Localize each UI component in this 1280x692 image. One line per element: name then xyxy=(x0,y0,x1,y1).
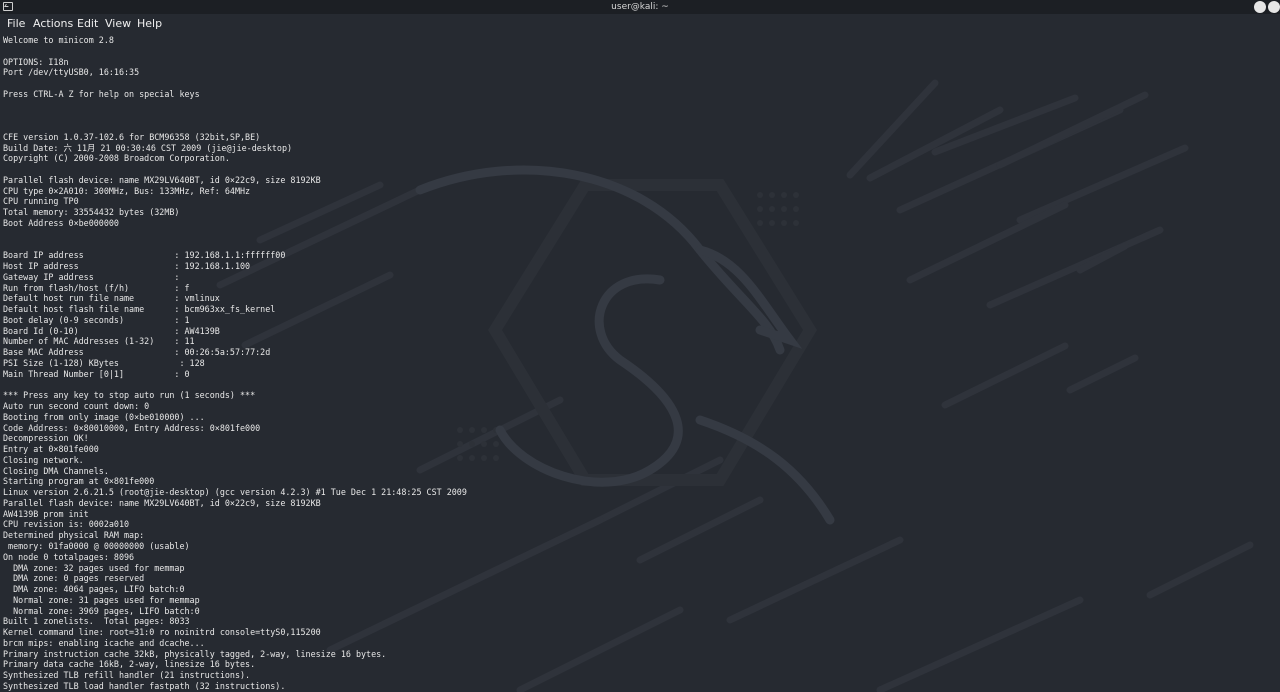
terminal-line: Gateway IP address : xyxy=(3,271,180,282)
terminal-line: Main Thread Number [0|1] : 0 xyxy=(3,368,190,379)
terminal-window: user@kali: ~ File Actions Edit View Help… xyxy=(0,0,1280,692)
terminal-line: Host IP address : 192.168.1.100 xyxy=(3,261,251,272)
terminal-line: Determined physical RAM map: xyxy=(3,530,145,541)
terminal-line: Total memory: 33554432 bytes (32MB) xyxy=(3,207,180,218)
terminal-line: Board Id (0-10) : AW4139B xyxy=(3,325,220,336)
terminal-line: PSI Size (1-128) KBytes : 128 xyxy=(3,357,205,368)
terminal-line: Normal zone: 31 pages used for memmap xyxy=(3,594,200,605)
terminal-line: Decompression OK! xyxy=(3,433,89,444)
title-bar: user@kali: ~ xyxy=(0,0,1280,14)
terminal-line: Base MAC Address : 00:26:5a:57:77:2d xyxy=(3,347,271,358)
terminal-line: On node 0 totalpages: 8096 xyxy=(3,551,135,562)
terminal-line: Synthesized TLB load handler fastpath (3… xyxy=(3,680,286,691)
terminal-line: memory: 01fa0000 @ 00000000 (usable) xyxy=(3,540,190,551)
terminal-line: Primary data cache 16kB, 2-way, linesize… xyxy=(3,659,256,670)
terminal-line: Booting from only image (0×be010000) ... xyxy=(3,411,205,422)
terminal-line: CFE version 1.0.37-102.6 for BCM96358 (3… xyxy=(3,131,261,142)
terminal-line: DMA zone: 32 pages used for memmap xyxy=(3,562,185,573)
terminal-line: Port /dev/ttyUSB0, 16:16:35 xyxy=(3,67,140,78)
terminal-line: Boot Address 0×be000000 xyxy=(3,218,119,229)
terminal-line: Copyright (C) 2000-2008 Broadcom Corpora… xyxy=(3,153,230,164)
terminal-line: DMA zone: 4064 pages, LIFO batch:0 xyxy=(3,584,185,595)
terminal-line: Linux version 2.6.21.5 (root@jie-desktop… xyxy=(3,487,467,498)
terminal-line: Parallel flash device: name MX29LV640BT,… xyxy=(3,174,321,185)
terminal-line: Primary instruction cache 32kB, physical… xyxy=(3,648,387,659)
terminal-line: Auto run second count down: 0 xyxy=(3,401,150,412)
terminal-line: Boot delay (0-9 seconds) : 1 xyxy=(3,314,190,325)
terminal-line: Synthesized TLB refill handler (21 instr… xyxy=(3,670,251,681)
terminal-line: Code Address: 0×80010000, Entry Address:… xyxy=(3,422,261,433)
terminal-line: CPU revision is: 0002a010 xyxy=(3,519,130,530)
menu-actions[interactable]: Actions xyxy=(33,14,73,34)
terminal-line: Run from flash/host (f/h) : f xyxy=(3,282,190,293)
terminal-line: Press CTRL-A Z for help on special keys xyxy=(3,88,200,99)
terminal-line: Normal zone: 3969 pages, LIFO batch:0 xyxy=(3,605,200,616)
menu-edit[interactable]: Edit xyxy=(77,14,98,34)
terminal-line: DMA zone: 0 pages reserved xyxy=(3,573,145,584)
terminal-line: Default host flash file name : bcm963xx_… xyxy=(3,304,276,315)
window-title: user@kali: ~ xyxy=(611,2,669,12)
menu-help[interactable]: Help xyxy=(137,14,162,34)
terminal-line: OPTIONS: I18n xyxy=(3,56,69,67)
terminal-output[interactable]: Welcome to minicom 2.8 OPTIONS: I18n Port … xyxy=(3,35,1273,692)
menu-file[interactable]: File xyxy=(7,14,25,34)
close-button[interactable] xyxy=(1268,1,1280,13)
terminal-line: CPU type 0×2A010: 300MHz, Bus: 133MHz, R… xyxy=(3,185,251,196)
terminal-line: Closing network. xyxy=(3,454,84,465)
terminal-line: Starting program at 0×801fe000 xyxy=(3,476,155,487)
terminal-line: brcm mips: enabling icache and dcache... xyxy=(3,637,205,648)
terminal-line: Entry at 0×801fe000 xyxy=(3,444,99,455)
terminal-line: CPU running TP0 xyxy=(3,196,79,207)
terminal-line: Board IP address : 192.168.1.1:ffffff00 xyxy=(3,250,286,261)
terminal-line: Number of MAC Addresses (1-32) : 11 xyxy=(3,336,195,347)
menu-bar: File Actions Edit View Help xyxy=(0,14,1280,34)
terminal-line: Closing DMA Channels. xyxy=(3,465,109,476)
terminal-line: Build Date: 六 11月 21 00:30:46 CST 2009 (… xyxy=(3,142,293,153)
terminal-line: *** Press any key to stop auto run (1 se… xyxy=(3,390,256,401)
terminal-line: Default host run file name : vmlinux xyxy=(3,293,220,304)
terminal-line: Welcome to minicom 2.8 xyxy=(3,35,114,45)
terminal-line: Parallel flash device: name MX29LV640BT,… xyxy=(3,497,321,508)
minimize-button[interactable] xyxy=(1254,1,1266,13)
terminal-line: Built 1 zonelists. Total pages: 8033 xyxy=(3,616,190,627)
terminal-line: Kernel command line: root=31:0 ro noinit… xyxy=(3,627,321,638)
menu-view[interactable]: View xyxy=(105,14,131,34)
terminal-line: AW4139B prom init xyxy=(3,508,89,519)
